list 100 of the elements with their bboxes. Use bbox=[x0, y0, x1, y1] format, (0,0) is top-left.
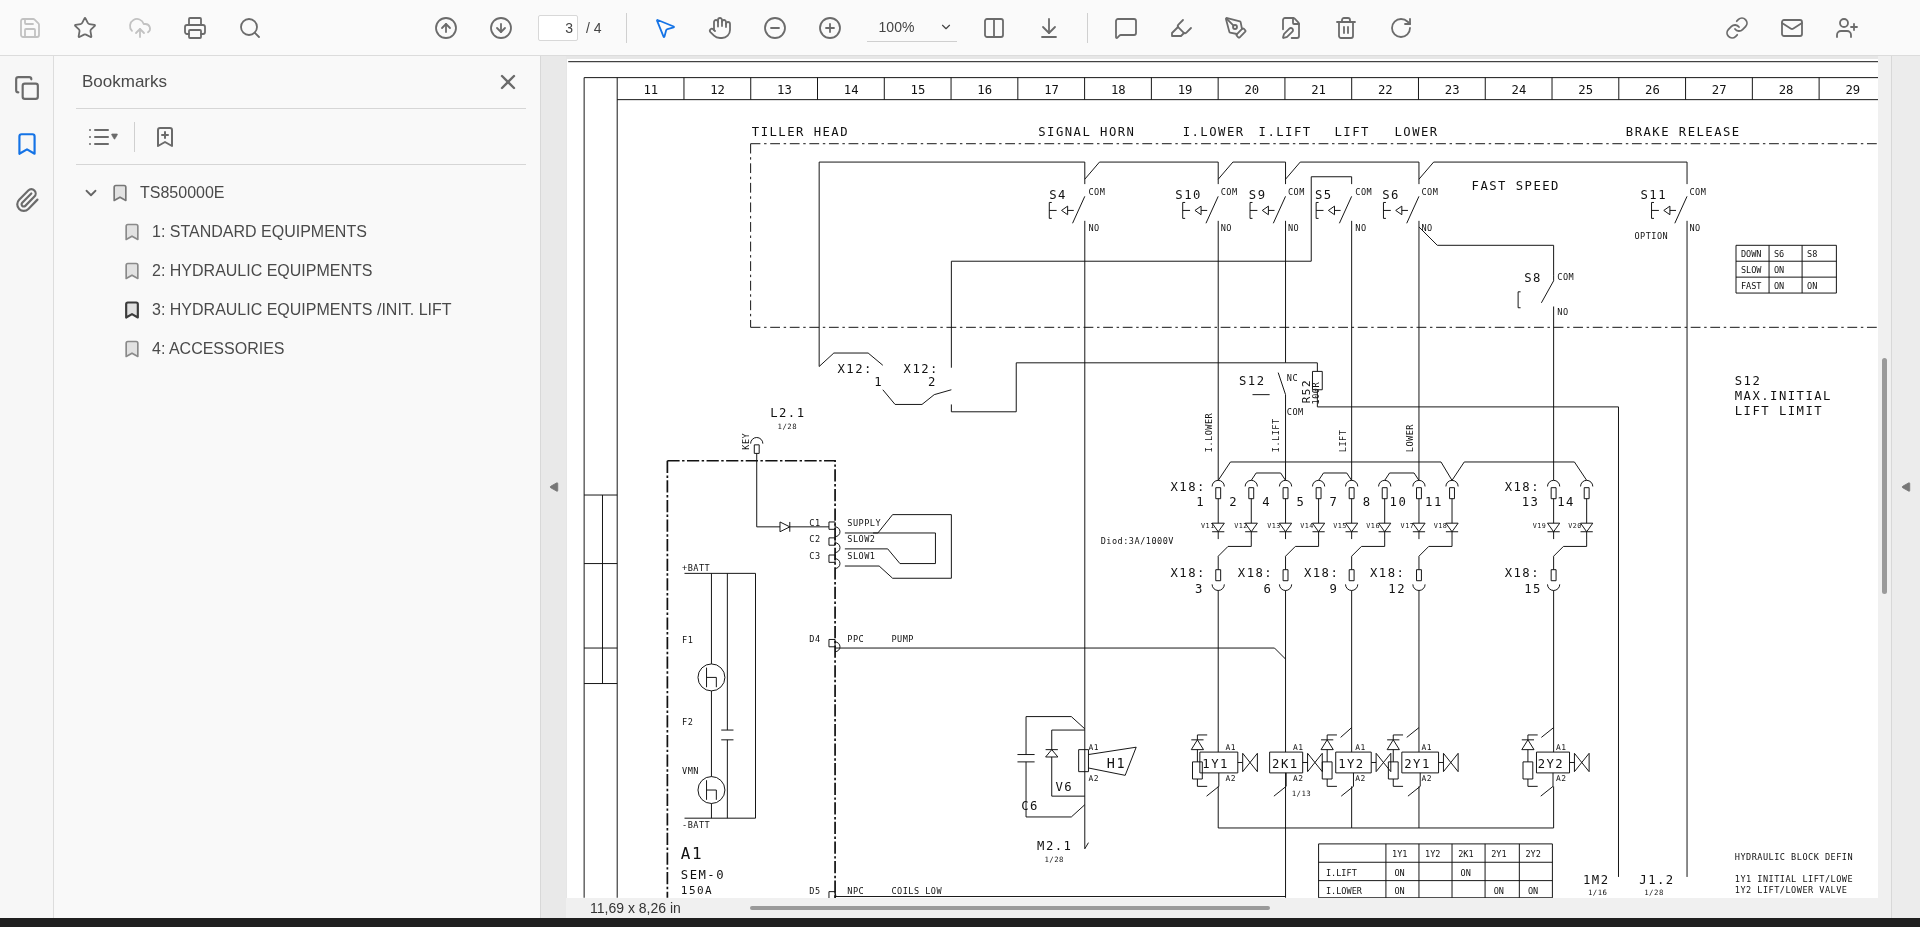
diagram-label: 2Y1 bbox=[1404, 757, 1431, 771]
diagram-label: I.LIFT bbox=[1258, 125, 1312, 140]
zoom-out-icon bbox=[762, 15, 787, 40]
table-cell: S6 bbox=[1773, 248, 1785, 259]
diagram-label: OPTION bbox=[1634, 231, 1669, 242]
diagram-label: 8 bbox=[1362, 495, 1372, 510]
column-number: 29 bbox=[1845, 82, 1861, 97]
table-cell: SLOW bbox=[1740, 264, 1762, 275]
diagram-label: 14 bbox=[1557, 495, 1575, 510]
column-number: 28 bbox=[1778, 82, 1794, 97]
diagram-label: -BATT bbox=[682, 820, 711, 830]
diagram-label: 1 bbox=[874, 375, 884, 390]
table-cell: ON bbox=[1773, 264, 1785, 275]
diagram-label: MAX.INITIAL bbox=[1734, 388, 1832, 403]
diagram-label: A1 bbox=[680, 843, 703, 863]
diagram-label: H1 bbox=[1106, 756, 1126, 771]
diagram-label: 11 bbox=[1425, 495, 1443, 510]
column-number: 17 bbox=[1044, 82, 1059, 97]
bookmark-icon bbox=[110, 182, 130, 203]
diagram-label: TILLER HEAD bbox=[751, 125, 850, 140]
diagram-label: 1Y2 bbox=[1338, 757, 1365, 771]
column-number: 27 bbox=[1711, 82, 1727, 97]
horizontal-scrollbar[interactable] bbox=[750, 906, 1270, 910]
diagram-label: M2.1 bbox=[1037, 839, 1073, 853]
diagram-label: S11 bbox=[1640, 187, 1668, 202]
diagram-label: COM bbox=[1288, 187, 1305, 198]
diagram-label: PPC bbox=[847, 633, 865, 644]
comment-icon bbox=[1113, 15, 1138, 40]
diagram-label: COM bbox=[1557, 271, 1575, 282]
diagram-label: C3 bbox=[809, 550, 821, 561]
diagram-label: X18: bbox=[1170, 566, 1206, 581]
diagram-label: NO bbox=[1421, 222, 1433, 233]
link-icon bbox=[1724, 15, 1749, 40]
bookmark-item[interactable]: 2: HYDRAULIC EQUIPMENTS bbox=[152, 261, 373, 280]
diagram-label: C6 bbox=[1021, 798, 1039, 813]
diagram-label: 7 bbox=[1329, 495, 1339, 510]
table-cell: ON bbox=[1773, 280, 1785, 291]
vertical-scrollbar[interactable] bbox=[1882, 358, 1887, 594]
zoom-in-icon bbox=[817, 15, 842, 40]
diagram-label: S12 bbox=[1734, 373, 1762, 388]
diagram-label: X18: bbox=[1170, 480, 1206, 495]
column-number: 12 bbox=[710, 82, 725, 97]
table-header: 2Y1 bbox=[1491, 849, 1507, 860]
table-cell: ON bbox=[1460, 867, 1471, 878]
panel-title: Bookmarks bbox=[82, 72, 168, 92]
diagram-label: 1Y1 bbox=[1202, 757, 1229, 771]
diagram-label: 1M2 bbox=[1583, 873, 1610, 888]
table-header: 1Y1 bbox=[1392, 849, 1408, 860]
cloud-upload-icon bbox=[128, 15, 152, 40]
diagram-label: S10 bbox=[1175, 187, 1202, 202]
diagram-label: F1 bbox=[682, 635, 694, 646]
diagram-label: +BATT bbox=[682, 562, 711, 573]
column-number: 18 bbox=[1110, 82, 1126, 97]
bookmark-item[interactable]: 4: ACCESSORIES bbox=[152, 339, 285, 358]
zoom-dropdown[interactable]: 100% bbox=[866, 13, 957, 42]
diagram-label: 2K1 bbox=[1272, 757, 1299, 771]
diagram-label: PUMP bbox=[891, 633, 914, 644]
diagram-label: LIFT bbox=[1334, 125, 1370, 140]
diagram-label: COM bbox=[1421, 187, 1439, 198]
column-number: 20 bbox=[1244, 82, 1260, 97]
diagram-label: X18: bbox=[1237, 566, 1274, 581]
diagram-label: NPC bbox=[847, 886, 865, 897]
add-user-icon bbox=[1834, 15, 1859, 40]
trash-icon bbox=[1333, 15, 1358, 40]
table-cell: FAST bbox=[1740, 280, 1762, 291]
diagram-label: 13 bbox=[1521, 495, 1540, 510]
diagram-label: 2 bbox=[928, 375, 937, 390]
diagram-label: S4 bbox=[1049, 187, 1067, 202]
diagram-label: C1 bbox=[809, 517, 821, 528]
diagram-label: COILS LOW bbox=[891, 886, 943, 897]
diagram-label: NO bbox=[1220, 222, 1232, 233]
table-cell: DOWN bbox=[1740, 248, 1762, 259]
diagram-label: COM bbox=[1355, 187, 1373, 198]
diagram-label: 1Y1 INITIAL LIFT/LOWE bbox=[1734, 873, 1854, 884]
diagram-label: C2 bbox=[809, 533, 821, 544]
expand-arrow-icon[interactable] bbox=[1901, 482, 1911, 492]
column-number: 25 bbox=[1578, 82, 1594, 97]
diagram-label: I.LOWER bbox=[1182, 125, 1245, 140]
diagram-label: X18: bbox=[1370, 566, 1406, 581]
diagram-label: SLOW1 bbox=[847, 550, 876, 561]
bookmark-item[interactable]: 3: HYDRAULIC EQUIPMENTS /INIT. LIFT bbox=[152, 300, 452, 319]
column-number: 15 bbox=[910, 82, 926, 97]
diagram-label: X12: bbox=[837, 361, 873, 376]
diagram-label: X18: bbox=[1504, 566, 1540, 581]
diagram-label: SLOW2 bbox=[847, 533, 876, 544]
diagram-label: NO bbox=[1689, 222, 1701, 233]
page-count: / 4 bbox=[586, 19, 602, 36]
bookmark-item[interactable]: 1: STANDARD EQUIPMENTS bbox=[152, 222, 367, 241]
bookmark-item[interactable]: TS850000E bbox=[140, 183, 225, 202]
diagram-label: COM bbox=[1286, 407, 1304, 418]
collapse-arrow-icon[interactable] bbox=[548, 482, 559, 492]
diagram-label: R52 bbox=[1300, 378, 1313, 404]
diagram-label: 12 bbox=[1388, 581, 1407, 596]
column-number: 24 bbox=[1511, 82, 1527, 97]
diagram-label: 2Y2 bbox=[1537, 757, 1565, 771]
page-number-field[interactable]: 3 bbox=[538, 14, 578, 41]
rotate-icon bbox=[1388, 15, 1413, 40]
diagram-label: L2.1 bbox=[770, 405, 806, 420]
diagram-label: COM bbox=[1689, 187, 1707, 198]
table-header: 2K1 bbox=[1458, 849, 1474, 860]
